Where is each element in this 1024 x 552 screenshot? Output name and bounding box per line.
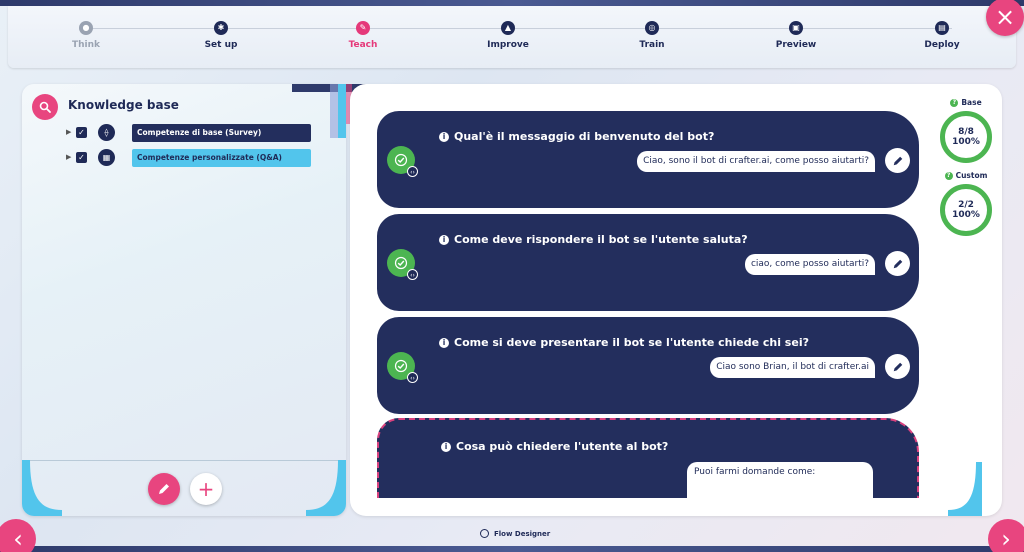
stat-base: ? Base 8/8 100% — [938, 98, 994, 163]
code-icon: ‹› — [407, 372, 418, 383]
edit-answer-button[interactable] — [885, 354, 910, 379]
step-label: Think — [71, 40, 101, 50]
chevron-right-icon: › — [1001, 525, 1011, 552]
next-step-button[interactable]: › — [988, 519, 1024, 552]
item-checkbox[interactable]: ✓ — [76, 152, 87, 163]
step-teach[interactable]: ✎ Teach — [318, 21, 408, 50]
search-icon — [39, 101, 51, 113]
bulb-icon: ● — [79, 21, 93, 35]
step-label: Improve — [487, 40, 529, 50]
stat-label: ? Base — [938, 98, 994, 107]
tree-item-qa[interactable]: ▶ ✓ ▦ Competenze personalizzate (Q&A) — [66, 149, 326, 167]
qa-card[interactable]: ‹› i Come deve rispondere il bot se l'ute… — [377, 214, 919, 311]
caret-right-icon[interactable]: ▶ — [66, 128, 71, 136]
question-text: i Cosa può chiedere l'utente al bot? — [441, 440, 668, 453]
qa-card[interactable]: ‹› i Come si deve presentare il bot se l'… — [377, 317, 919, 414]
step-improve[interactable]: ▲ Improve — [463, 21, 553, 50]
knowledge-base-title: Knowledge base — [68, 98, 179, 112]
pencil-icon — [893, 156, 902, 165]
item-checkbox[interactable]: ✓ — [76, 127, 87, 138]
help-icon: ? — [950, 98, 959, 107]
tree-item-label[interactable]: Competenze personalizzate (Q&A) — [132, 149, 311, 167]
step-label: Train — [639, 40, 665, 50]
check-icon: ‹› — [387, 146, 418, 177]
info-icon: i — [439, 132, 449, 142]
code-icon: ‹› — [407, 166, 418, 177]
corner-decoration — [948, 462, 982, 516]
close-icon: × — [994, 3, 1016, 31]
corner-decoration — [22, 460, 62, 516]
stat-label: ? Custom — [938, 171, 994, 180]
edit-button[interactable] — [148, 473, 180, 505]
answer-bubble: Ciao sono Brian, il bot di crafter.ai — [710, 357, 875, 378]
step-label: Set up — [204, 40, 238, 50]
info-icon: i — [441, 442, 451, 452]
tree-item-survey[interactable]: ▶ ✓ ⟠ Competenze di base (Survey) — [66, 124, 326, 142]
code-icon: ‹› — [407, 269, 418, 280]
bottom-frame — [0, 546, 1024, 552]
screen-icon: ▣ — [789, 21, 803, 35]
trend-icon: ▲ — [501, 21, 515, 35]
knowledge-base-panel: Knowledge base ▶ ✓ ⟠ Competenze di base … — [22, 84, 346, 516]
step-train[interactable]: ◎ Train — [607, 21, 697, 50]
step-setup[interactable]: ✱ Set up — [176, 21, 266, 50]
step-label: Teach — [348, 40, 378, 50]
qa-card[interactable]: ‹› i Qual'è il messaggio di benvenuto del… — [377, 111, 919, 208]
caret-right-icon[interactable]: ▶ — [66, 153, 71, 161]
answer-bubble: Ciao, sono il bot di crafter.ai, come po… — [637, 151, 875, 172]
stat-count: 2/2 — [958, 200, 974, 210]
step-label: Preview — [775, 40, 817, 50]
wizard-stepper: ● Think ✱ Set up ✎ Teach ▲ Improve ◎ Tra… — [8, 6, 1016, 68]
step-label: Deploy — [924, 40, 960, 50]
pencil-icon — [159, 484, 169, 494]
pencil-icon: ✎ — [356, 21, 370, 35]
book-icon: ▦ — [98, 149, 115, 166]
stat-percent: 100% — [952, 210, 980, 220]
progress-ring: 8/8 100% — [940, 111, 992, 163]
check-icon: ‹› — [387, 249, 418, 280]
corner-decoration — [306, 460, 346, 516]
answer-bubble: ciao, come posso aiutarti? — [744, 254, 875, 275]
search-button[interactable] — [32, 94, 58, 120]
stat-percent: 100% — [952, 137, 980, 147]
step-think[interactable]: ● Think — [41, 21, 131, 50]
add-button[interactable]: + — [190, 473, 222, 505]
flow-icon: ⟠ — [98, 124, 115, 141]
edit-answer-button[interactable] — [885, 148, 910, 173]
question-text: i Qual'è il messaggio di benvenuto del bo… — [439, 130, 714, 143]
step-preview[interactable]: ▣ Preview — [751, 21, 841, 50]
stat-custom: ? Custom 2/2 100% — [938, 171, 994, 236]
step-deploy[interactable]: ▤ Deploy — [897, 21, 987, 50]
question-text: i Come si deve presentare il bot se l'ute… — [439, 336, 809, 349]
teach-panel: ‹› i Qual'è il messaggio di benvenuto del… — [350, 84, 1002, 516]
tree-item-label[interactable]: Competenze di base (Survey) — [132, 124, 311, 142]
edit-answer-button[interactable] — [885, 251, 910, 276]
answer-bubble[interactable]: Puoi farmi domande come: — [687, 462, 873, 502]
panel-divider — [22, 460, 346, 461]
question-text: i Come deve rispondere il bot se l'utente… — [439, 233, 748, 246]
rocket-icon: ▤ — [935, 21, 949, 35]
progress-ring: 2/2 100% — [940, 184, 992, 236]
check-icon: ‹› — [387, 352, 418, 383]
info-icon: i — [439, 338, 449, 348]
close-button[interactable]: × — [986, 0, 1024, 36]
qa-card-pending[interactable]: i Cosa può chiedere l'utente al bot? Puoi… — [377, 418, 919, 502]
pencil-icon — [893, 362, 902, 371]
brain-icon: ◎ — [645, 21, 659, 35]
pencil-icon — [893, 259, 902, 268]
plus-icon: + — [197, 477, 215, 501]
chevron-left-icon: ‹ — [13, 525, 23, 552]
info-icon: i — [439, 235, 449, 245]
footer-label: Flow Designer — [494, 529, 551, 538]
help-icon: ? — [944, 171, 953, 180]
gear-icon: ✱ — [214, 21, 228, 35]
stat-count: 8/8 — [958, 127, 974, 137]
globe-icon — [480, 529, 489, 538]
flow-designer-link[interactable]: Flow Designer — [480, 529, 550, 538]
